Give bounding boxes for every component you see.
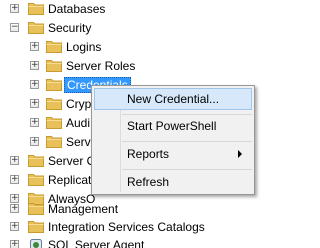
- menu-item-start-powershell[interactable]: Start PowerShell: [94, 115, 252, 137]
- menu-separator: [122, 141, 252, 142]
- folder-icon: [28, 203, 44, 215]
- tree-node-logins[interactable]: + Logins: [0, 38, 262, 56]
- menu-item-label: Refresh: [127, 175, 170, 189]
- expand-icon[interactable]: +: [10, 4, 19, 13]
- menu-item-label: Reports: [127, 147, 170, 161]
- tree-node-sql-server-agent[interactable]: + SQL Server Agent: [0, 236, 262, 248]
- expand-icon[interactable]: +: [30, 118, 39, 127]
- expand-icon[interactable]: +: [30, 61, 39, 70]
- tree-node-label: Serv: [66, 135, 91, 149]
- folder-icon: [46, 117, 62, 129]
- folder-icon: [28, 221, 44, 233]
- expand-icon[interactable]: +: [10, 156, 19, 165]
- context-menu: New Credential... Start PowerShell Repor…: [91, 85, 255, 195]
- tree-node-management[interactable]: + Management: [0, 200, 262, 218]
- tree-node-databases[interactable]: + Databases: [0, 0, 262, 18]
- submenu-arrow-icon: [238, 150, 242, 158]
- tree-node-label: Server Roles: [66, 59, 136, 73]
- folder-icon: [46, 79, 62, 91]
- folder-icon: [28, 155, 44, 167]
- menu-separator: [122, 169, 252, 170]
- menu-item-label: Start PowerShell: [127, 119, 217, 133]
- tree-node-integration-services-catalogs[interactable]: + Integration Services Catalogs: [0, 218, 262, 236]
- folder-icon: [46, 98, 62, 110]
- menu-item-new-credential[interactable]: New Credential...: [94, 88, 252, 110]
- folder-icon: [28, 3, 44, 15]
- collapse-icon[interactable]: −: [10, 23, 19, 32]
- expand-icon[interactable]: +: [30, 42, 39, 51]
- tree-node-server-objects[interactable]: + Server O: [0, 152, 96, 170]
- folder-icon: [28, 174, 44, 186]
- tree-node-server-audit-specifications[interactable]: + Serv: [0, 133, 91, 151]
- tree-node-replication[interactable]: + Replicat: [0, 171, 91, 189]
- tree-node-label: Security: [48, 21, 92, 35]
- tree-node-cryptographic-providers[interactable]: + Cryp: [0, 95, 91, 113]
- sql-agent-icon: [30, 239, 42, 248]
- tree-node-security[interactable]: − Security: [0, 19, 262, 37]
- folder-icon: [46, 136, 62, 148]
- folder-icon: [46, 41, 62, 53]
- folder-icon: [28, 22, 44, 34]
- tree-node-label: Logins: [66, 40, 102, 54]
- tree-node-label: SQL Server Agent: [48, 238, 145, 248]
- tree-node-label: Audi: [66, 116, 91, 130]
- expand-icon[interactable]: +: [30, 137, 39, 146]
- menu-item-refresh[interactable]: Refresh: [94, 171, 252, 193]
- expand-icon[interactable]: +: [30, 99, 39, 108]
- expand-icon[interactable]: +: [30, 80, 39, 89]
- tree-node-label: Cryp: [66, 97, 92, 111]
- tree-node-server-roles[interactable]: + Server Roles: [0, 57, 262, 75]
- folder-icon: [46, 60, 62, 72]
- tree-node-label: Replicat: [48, 173, 92, 187]
- expand-icon[interactable]: +: [10, 222, 19, 231]
- expand-icon[interactable]: +: [10, 240, 19, 248]
- menu-item-label: New Credential...: [127, 92, 220, 106]
- tree-node-label: Databases: [48, 2, 106, 16]
- expand-icon[interactable]: +: [10, 204, 19, 213]
- tree-node-label: Integration Services Catalogs: [48, 220, 205, 234]
- menu-item-reports[interactable]: Reports: [94, 143, 252, 165]
- tree-node-label: Management: [48, 202, 119, 216]
- expand-icon[interactable]: +: [10, 175, 19, 184]
- tree-node-audits[interactable]: + Audi: [0, 114, 91, 132]
